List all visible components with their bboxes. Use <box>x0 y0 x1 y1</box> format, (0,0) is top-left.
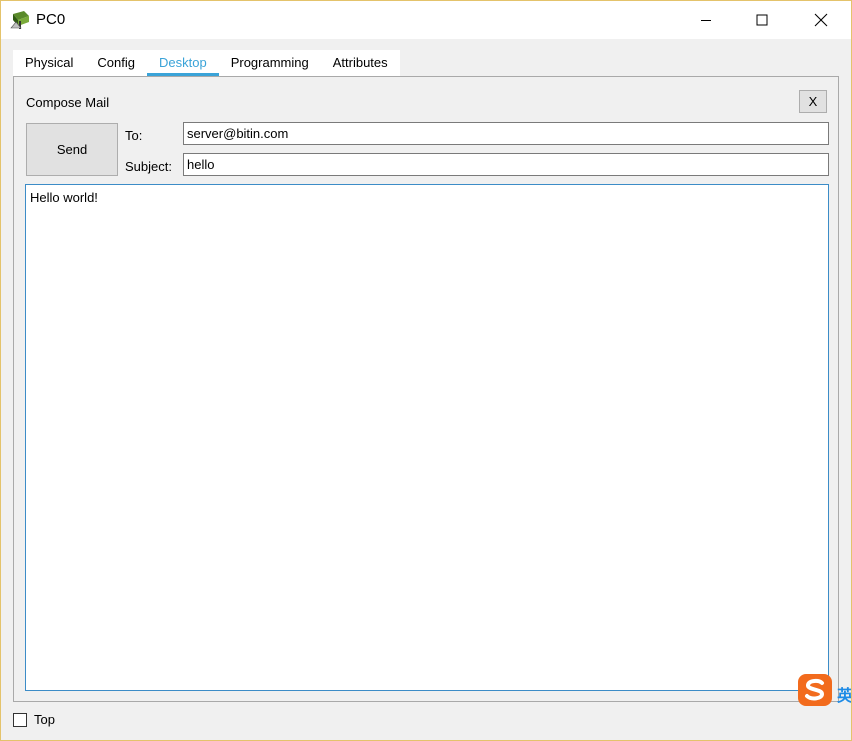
maximize-button[interactable] <box>739 1 785 39</box>
tab-programming[interactable]: Programming <box>219 50 321 76</box>
minimize-icon <box>701 20 711 21</box>
maximize-icon <box>756 14 768 26</box>
to-label: To: <box>125 128 143 143</box>
top-checkbox[interactable] <box>13 712 27 727</box>
tab-bar: Physical Config Desktop Programming Attr… <box>13 50 400 76</box>
tab-config[interactable]: Config <box>85 50 147 76</box>
to-field[interactable] <box>183 122 829 145</box>
tab-desktop[interactable]: Desktop <box>147 50 219 76</box>
minimize-button[interactable] <box>683 1 729 39</box>
close-compose-button[interactable]: X <box>799 90 827 113</box>
close-window-button[interactable] <box>798 1 844 39</box>
ime-sogou-icon[interactable] <box>797 673 833 707</box>
ime-mode-indicator[interactable]: 英 <box>837 682 851 706</box>
window-title: PC0 <box>36 11 66 28</box>
compose-mail-title: Compose Mail <box>26 95 110 110</box>
tab-physical[interactable]: Physical <box>13 50 85 76</box>
subject-label: Subject: <box>125 159 172 174</box>
compose-mail-panel: Compose Mail X Send To: Subject: Hello w… <box>13 76 839 702</box>
close-icon <box>814 13 828 27</box>
top-label: Top <box>34 712 55 727</box>
subject-field[interactable] <box>183 153 829 176</box>
send-button[interactable]: Send <box>26 123 118 176</box>
title-bar[interactable]: PC0 <box>1 1 851 39</box>
top-checkbox-row[interactable]: Top <box>13 712 55 727</box>
tab-attributes[interactable]: Attributes <box>321 50 400 76</box>
mail-body-textarea[interactable]: Hello world! <box>25 184 829 691</box>
app-icon <box>10 11 29 29</box>
app-window: PC0 Physical Config Desktop Programming … <box>0 0 852 741</box>
